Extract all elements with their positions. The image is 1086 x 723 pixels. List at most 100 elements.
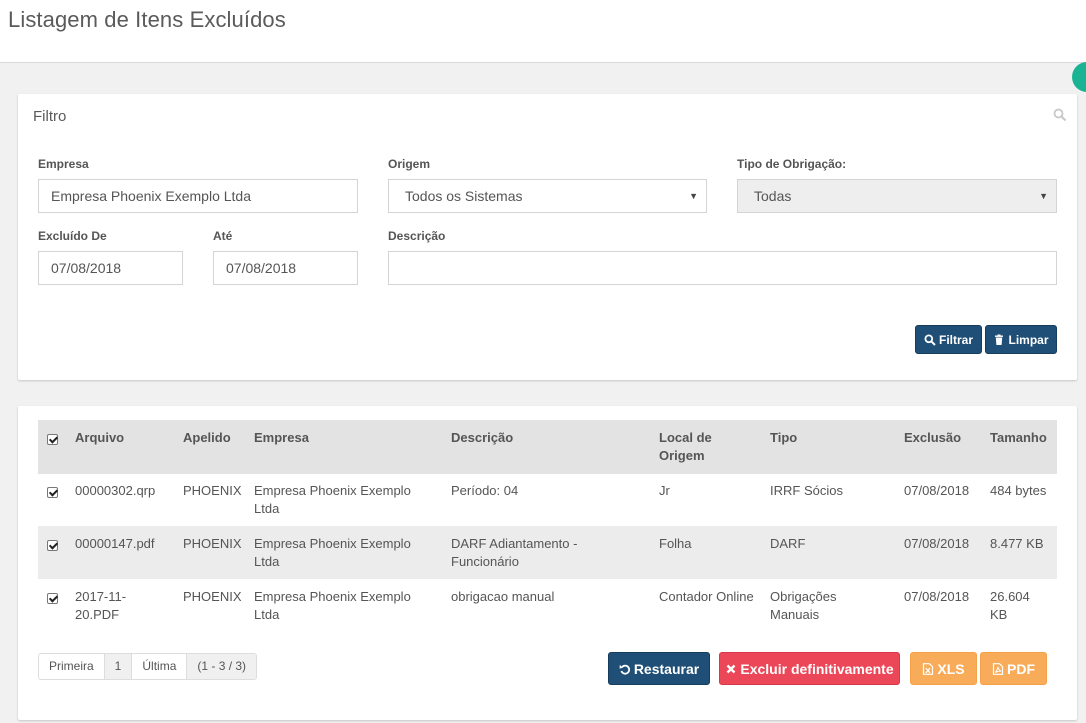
trash-icon <box>995 334 1004 345</box>
restaurar-button[interactable]: Restaurar <box>608 652 710 685</box>
cell-empresa: Empresa Phoenix Exemplo Ltda <box>254 588 411 624</box>
cell-apelido: PHOENIX <box>183 536 242 551</box>
cell-empresa-line2: Ltda <box>254 501 280 516</box>
file-excel-icon <box>923 662 934 675</box>
cell-tamanho-line2: KB <box>990 607 1008 622</box>
cell-tamanho: 8.477 KB <box>990 535 1044 553</box>
page-title: Listagem de Itens Excluídos <box>8 7 286 32</box>
header-arquivo[interactable]: Arquivo <box>75 429 124 447</box>
pagination: Primeira 1 Última (1 - 3 / 3) <box>38 653 258 680</box>
tipo-obrigacao-select-value: Todas <box>754 188 792 204</box>
cell-descricao: DARF Adiantamento - Funcionário <box>451 535 577 571</box>
cell-arquivo: 00000302.qrp <box>75 482 155 500</box>
filtrar-button-label: Filtrar <box>938 332 973 347</box>
cell-empresa-line1: Empresa Phoenix Exemplo <box>254 483 411 498</box>
row-checkbox[interactable] <box>47 593 58 604</box>
cell-descricao: obrigacao manual <box>451 588 554 606</box>
descricao-label: Descrição <box>388 229 446 243</box>
tipo-obrigacao-select[interactable]: Todas ▼ <box>737 179 1057 213</box>
pagination-page-1[interactable]: 1 <box>104 654 133 679</box>
cell-descricao-line1: obrigacao manual <box>451 589 555 604</box>
origem-select[interactable]: Todos os Sistemas ▼ <box>388 179 707 213</box>
header-descricao[interactable]: Descrição <box>451 429 513 447</box>
export-xls-button[interactable]: XLS <box>910 652 977 685</box>
cell-tipo-line2: Manuais <box>770 607 820 622</box>
header-empresa[interactable]: Empresa <box>254 429 309 447</box>
filter-panel-title: Filtro <box>33 108 67 125</box>
header-tipo[interactable]: Tipo <box>770 429 797 447</box>
row-checkbox[interactable] <box>47 540 58 551</box>
restaurar-button-label: Restaurar <box>633 660 700 677</box>
empresa-input[interactable]: Empresa Phoenix Exemplo Ltda <box>38 179 358 213</box>
cell-arquivo-line2: 20.PDF <box>75 607 120 622</box>
limpar-button[interactable]: Limpar <box>985 325 1057 354</box>
cell-tipo: DARF <box>770 535 805 553</box>
cell-descricao-line1: Período: 04 <box>451 483 519 498</box>
filtrar-button[interactable]: Filtrar <box>915 325 982 354</box>
cell-tipo-line1: Obrigações <box>770 589 837 604</box>
export-pdf-label: PDF <box>1007 660 1035 677</box>
file-pdf-icon <box>992 662 1004 675</box>
close-icon <box>727 664 736 673</box>
search-icon[interactable] <box>1053 108 1067 122</box>
cell-tipo: Obrigações Manuais <box>770 588 836 624</box>
cell-tipo: IRRF Sócios <box>770 482 843 500</box>
export-xls-label: XLS <box>937 660 965 677</box>
excluido-de-input[interactable]: 07/08/2018 <box>38 251 183 285</box>
cell-tipo-line1: DARF <box>770 536 806 551</box>
limpar-button-label: Limpar <box>1008 332 1049 347</box>
cell-tipo-line1: IRRF Sócios <box>770 483 843 498</box>
cell-arquivo-line1: 2017-11- <box>75 589 127 604</box>
export-pdf-button[interactable]: PDF <box>980 652 1047 685</box>
excluir-button-label: Excluir definitivamente <box>740 660 894 677</box>
cell-tamanho-line1: 8.477 KB <box>990 536 1044 551</box>
cell-apelido: PHOENIX <box>183 589 242 604</box>
cell-local: Contador Online <box>659 589 754 604</box>
filter-panel: Filtro Empresa Empresa Phoenix Exemplo L… <box>18 94 1077 380</box>
cell-local: Jr <box>659 483 670 498</box>
origem-label: Origem <box>388 157 431 171</box>
chevron-down-icon: ▼ <box>689 191 698 201</box>
cell-arquivo: 00000147.pdf <box>75 535 155 553</box>
header-local-line2: Origem <box>659 448 705 463</box>
cell-tamanho: 484 bytes <box>990 482 1046 500</box>
page-header: Listagem de Itens Excluídos <box>0 0 1086 63</box>
header-tamanho[interactable]: Tamanho <box>990 429 1047 447</box>
excluir-definitivamente-button[interactable]: Excluir definitivamente <box>719 652 900 685</box>
pagination-first[interactable]: Primeira <box>39 654 105 679</box>
tipo-obrigacao-label: Tipo de Obrigação: <box>737 157 847 171</box>
cell-exclusao: 07/08/2018 <box>904 589 970 604</box>
pagination-last[interactable]: Última <box>132 654 188 679</box>
search-icon <box>924 334 936 346</box>
cell-tamanho-line1: 26.604 <box>990 589 1030 604</box>
cell-descricao-line1: DARF Adiantamento - <box>451 536 578 551</box>
header-local-line1: Local de <box>659 430 712 445</box>
cell-exclusao: 07/08/2018 <box>904 483 970 498</box>
cell-empresa-line2: Ltda <box>254 607 280 622</box>
cell-arquivo-line1: 00000302.qrp <box>75 483 156 498</box>
cell-descricao-line2: Funcionário <box>451 554 519 569</box>
undo-icon <box>619 664 630 675</box>
cell-tamanho-line1: 484 bytes <box>990 483 1047 498</box>
header-local-origem[interactable]: Local de Origem <box>659 429 712 465</box>
cell-arquivo-line1: 00000147.pdf <box>75 536 155 551</box>
cell-descricao: Período: 04 <box>451 482 518 500</box>
cell-local: Folha <box>659 536 692 551</box>
descricao-input[interactable] <box>388 251 1057 285</box>
deleted-items-panel: Arquivo Apelido Empresa Descrição Local … <box>18 406 1077 720</box>
sidebar-toggle-button[interactable] <box>1072 62 1086 92</box>
cell-tamanho: 26.604 KB <box>990 588 1030 624</box>
cell-exclusao: 07/08/2018 <box>904 536 970 551</box>
header-exclusao[interactable]: Exclusão <box>904 429 961 447</box>
cell-empresa-line1: Empresa Phoenix Exemplo <box>254 589 411 604</box>
cell-empresa-line2: Ltda <box>254 554 280 569</box>
cell-empresa-line1: Empresa Phoenix Exemplo <box>254 536 411 551</box>
pagination-range: (1 - 3 / 3) <box>187 654 257 679</box>
ate-label: Até <box>213 229 233 243</box>
row-checkbox[interactable] <box>47 487 58 498</box>
header-apelido[interactable]: Apelido <box>183 429 231 447</box>
cell-empresa: Empresa Phoenix Exemplo Ltda <box>254 535 411 571</box>
cell-arquivo: 2017-11- 20.PDF <box>75 588 126 624</box>
select-all-checkbox[interactable] <box>47 434 58 445</box>
ate-input[interactable]: 07/08/2018 <box>213 251 358 285</box>
